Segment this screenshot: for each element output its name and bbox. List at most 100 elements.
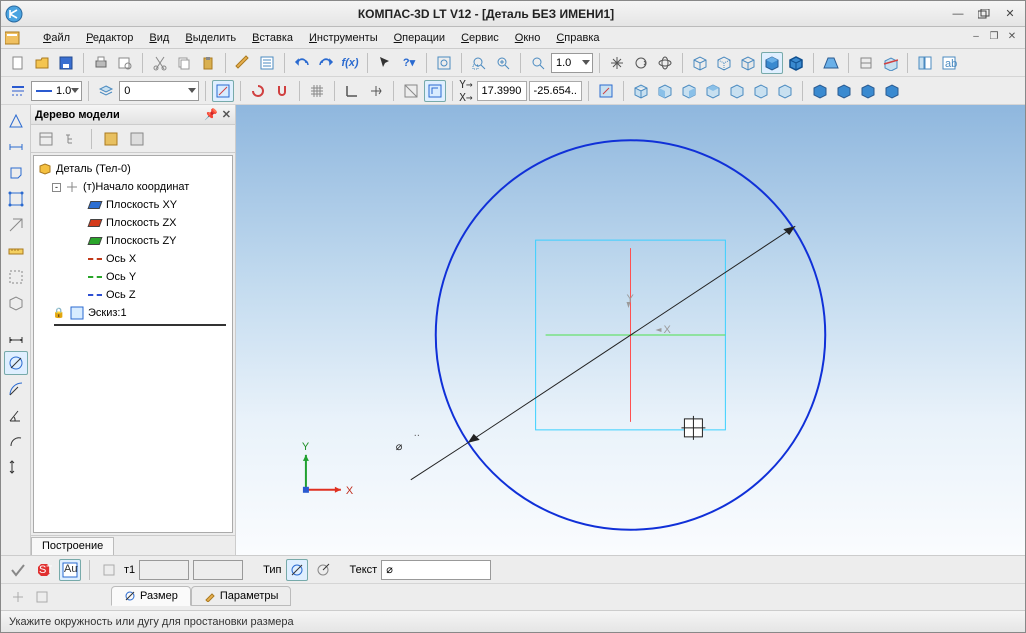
- tab-dimension[interactable]: Размер: [111, 586, 191, 606]
- notation-tool[interactable]: [4, 161, 28, 185]
- undo-button[interactable]: [291, 52, 313, 74]
- orient-back-button[interactable]: [678, 80, 700, 102]
- dim-type-1-button[interactable]: [286, 559, 308, 581]
- tree-refresh-button[interactable]: [126, 128, 148, 150]
- grid-button[interactable]: [306, 80, 328, 102]
- help-button[interactable]: ?▾: [398, 52, 420, 74]
- view-nohidden-button[interactable]: [737, 52, 759, 74]
- save-button[interactable]: [55, 52, 77, 74]
- ortho-draw-button[interactable]: [400, 80, 422, 102]
- coord-x-field[interactable]: 17.3990: [477, 81, 527, 101]
- mdi-minimize-button[interactable]: –: [969, 29, 983, 43]
- perspective-button[interactable]: [820, 52, 842, 74]
- snap-toggle-button[interactable]: [271, 80, 293, 102]
- diameter-dim-tool[interactable]: [4, 351, 28, 375]
- section-button[interactable]: [879, 52, 901, 74]
- param-tool[interactable]: [4, 213, 28, 237]
- orient-right-button[interactable]: [774, 80, 796, 102]
- print-button[interactable]: [90, 52, 112, 74]
- vars-button[interactable]: ab: [938, 52, 960, 74]
- view-shaded-edges-button[interactable]: [785, 52, 807, 74]
- maximize-button[interactable]: [973, 5, 995, 23]
- layer-combo[interactable]: 0: [119, 81, 199, 101]
- menu-service[interactable]: Сервис: [453, 30, 507, 46]
- menu-window[interactable]: Окно: [507, 30, 549, 46]
- layers-button[interactable]: [95, 80, 117, 102]
- brush-button[interactable]: [232, 52, 254, 74]
- view-hidden-button[interactable]: [713, 52, 735, 74]
- menu-help[interactable]: Справка: [548, 30, 607, 46]
- т1-y-input[interactable]: [193, 560, 243, 580]
- param-mode-button[interactable]: [424, 80, 446, 102]
- tree-save-button[interactable]: [100, 128, 122, 150]
- drawing-canvas[interactable]: X Y ⌀ .. X: [236, 105, 1025, 555]
- orient-iso2-button[interactable]: [833, 80, 855, 102]
- height-dim-tool[interactable]: [4, 455, 28, 479]
- mdi-close-button[interactable]: ✕: [1005, 29, 1019, 43]
- text-input[interactable]: [381, 560, 491, 580]
- orient-front-button[interactable]: [654, 80, 676, 102]
- radial-dim-tool[interactable]: [4, 377, 28, 401]
- zoom-in-button[interactable]: [492, 52, 514, 74]
- coord-y-field[interactable]: -25.654..: [529, 81, 582, 101]
- ortho-mode-button[interactable]: [341, 80, 363, 102]
- mdi-restore-button[interactable]: ❐: [987, 29, 1001, 43]
- tab-parameters[interactable]: Параметры: [191, 586, 292, 606]
- т1-x-input[interactable]: [139, 560, 189, 580]
- view-wireframe-button[interactable]: [689, 52, 711, 74]
- minimize-button[interactable]: —: [947, 5, 969, 23]
- orient-iso3-button[interactable]: [857, 80, 879, 102]
- tree-origin[interactable]: - (т)Начало координат: [36, 178, 230, 196]
- zoom-combo[interactable]: 1.0: [551, 53, 593, 73]
- stop-button[interactable]: STOP: [33, 559, 55, 581]
- panel-pin-button[interactable]: 📌: [204, 108, 218, 121]
- tree-view2-button[interactable]: [61, 128, 83, 150]
- linear-dim-tool[interactable]: [4, 325, 28, 349]
- orient-bottom-button[interactable]: [726, 80, 748, 102]
- tree-view1-button[interactable]: [35, 128, 57, 150]
- style-combo[interactable]: 1.0: [31, 81, 82, 101]
- angular-dim-tool[interactable]: [4, 403, 28, 427]
- tree-item-3[interactable]: Ось X: [36, 250, 230, 268]
- menu-select[interactable]: Выделить: [177, 30, 244, 46]
- menu-editor[interactable]: Редактор: [78, 30, 141, 46]
- orient-left-button[interactable]: [750, 80, 772, 102]
- snap-round-button[interactable]: [247, 80, 269, 102]
- local-cs-button[interactable]: [365, 80, 387, 102]
- panel-tab-build[interactable]: Построение: [31, 537, 114, 555]
- pan-button[interactable]: [606, 52, 628, 74]
- open-button[interactable]: [31, 52, 53, 74]
- dim-type-2-button[interactable]: [312, 559, 334, 581]
- orient-iso4-button[interactable]: [881, 80, 903, 102]
- rotate-button[interactable]: [630, 52, 652, 74]
- menu-tools[interactable]: Инструменты: [301, 30, 386, 46]
- orient-xyz-button[interactable]: [630, 80, 652, 102]
- redo-button[interactable]: [315, 52, 337, 74]
- orient-normal-button[interactable]: [595, 80, 617, 102]
- zoom-window-button[interactable]: [468, 52, 490, 74]
- orient-iso1-button[interactable]: [809, 80, 831, 102]
- model-tree[interactable]: Деталь (Тел-0) - (т)Начало координат Пло…: [33, 155, 233, 533]
- paste-button[interactable]: [197, 52, 219, 74]
- tree-item-5[interactable]: Ось Z: [36, 286, 230, 304]
- copy-button[interactable]: [173, 52, 195, 74]
- point1-lock-button[interactable]: [98, 559, 120, 581]
- pointer-button[interactable]: [374, 52, 396, 74]
- tree-item-0[interactable]: Плоскость XY: [36, 196, 230, 214]
- apply-button[interactable]: [7, 559, 29, 581]
- measure-tool[interactable]: [4, 239, 28, 263]
- select-tool[interactable]: [4, 265, 28, 289]
- menu-file[interactable]: Файл: [35, 30, 78, 46]
- orient-top-button[interactable]: [702, 80, 724, 102]
- arc-dim-tool[interactable]: [4, 429, 28, 453]
- panel-close-button[interactable]: ✕: [222, 108, 231, 121]
- menu-operations[interactable]: Операции: [386, 30, 453, 46]
- preview-button[interactable]: [114, 52, 136, 74]
- edit-tool[interactable]: [4, 187, 28, 211]
- simplify-button[interactable]: [855, 52, 877, 74]
- fx-button[interactable]: f(x): [339, 52, 361, 74]
- tree-item-4[interactable]: Ось Y: [36, 268, 230, 286]
- linestyle-button[interactable]: [7, 80, 29, 102]
- zoom-fit-button[interactable]: [433, 52, 455, 74]
- tree-toggle-button[interactable]: [914, 52, 936, 74]
